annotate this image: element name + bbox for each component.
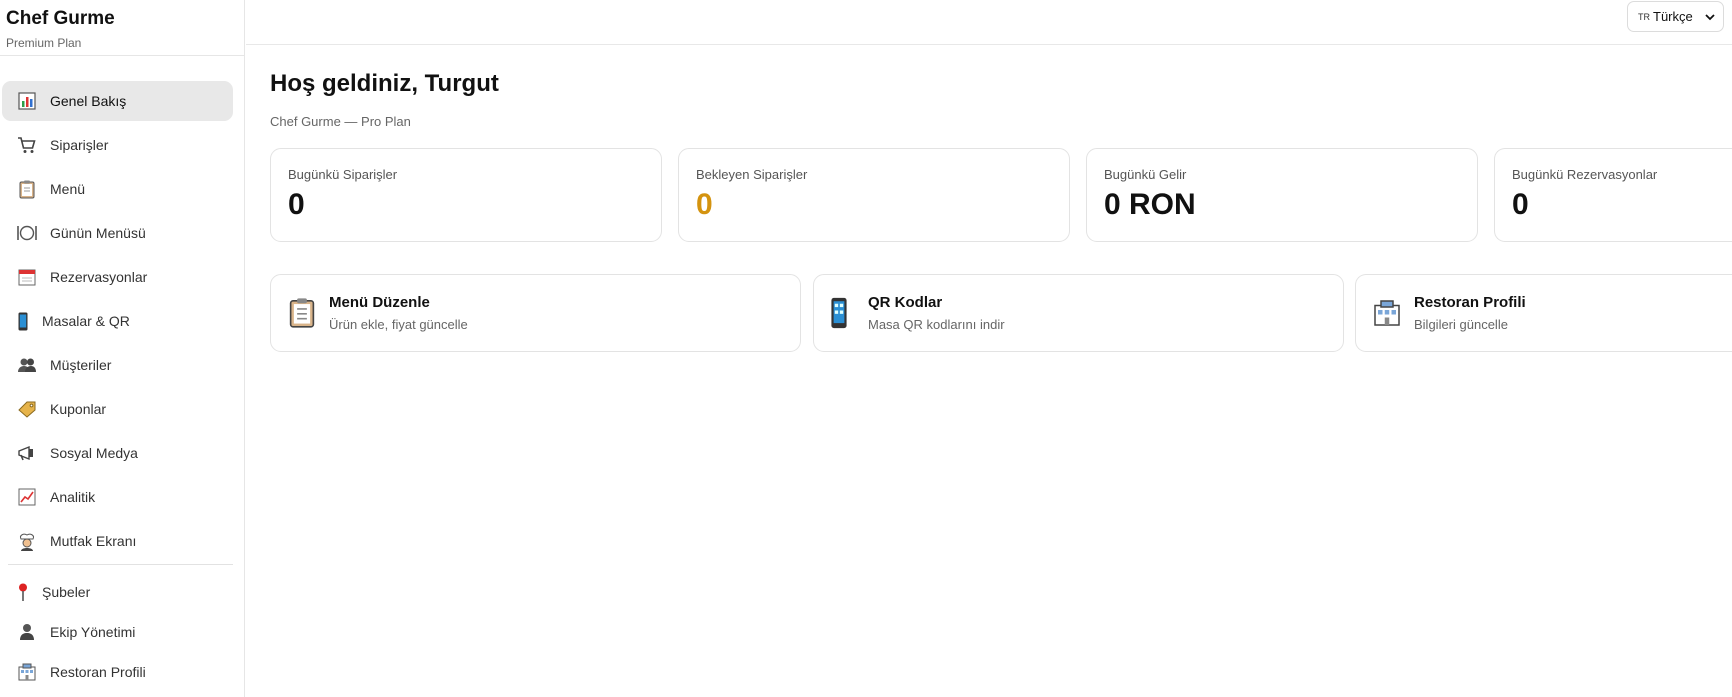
sidebar-item-label: Masalar & QR	[42, 313, 130, 329]
sidebar-item-menu[interactable]: Menü	[2, 169, 233, 209]
building-icon	[16, 661, 38, 683]
brand-name: Chef Gurme	[6, 8, 115, 29]
chevron-down-icon	[1705, 10, 1715, 25]
brand-plan: Premium Plan	[6, 36, 82, 50]
stat-label: Bugünkü Gelir	[1104, 167, 1187, 182]
plate-icon	[16, 222, 38, 244]
stat-value: 0	[1512, 188, 1529, 221]
sidebar-item-label: Ekip Yönetimi	[50, 624, 136, 640]
sidebar-item-mutfak-ekrani[interactable]: Mutfak Ekranı	[2, 521, 233, 561]
stat-card-pending-orders: Bekleyen Siparişler 0	[678, 148, 1070, 242]
page-subtitle: Chef Gurme — Pro Plan	[270, 114, 411, 129]
sidebar-item-label: Sosyal Medya	[50, 445, 138, 461]
sidebar-item-masalar-qr[interactable]: Masalar & QR	[2, 301, 233, 341]
topbar: TR Türkçe	[246, 0, 1732, 45]
stat-card-todays-reservations: Bugünkü Rezervasyonlar 0	[1494, 148, 1732, 242]
sidebar-item-siparisler[interactable]: Siparişler	[2, 125, 233, 165]
sidebar-item-rezervasyonlar[interactable]: Rezervasyonlar	[2, 257, 233, 297]
users-icon	[16, 354, 38, 376]
bar-chart-icon	[16, 90, 38, 112]
sidebar-item-subeler[interactable]: Şubeler	[2, 572, 233, 612]
stat-card-todays-revenue: Bugünkü Gelir 0 RON	[1086, 148, 1478, 242]
person-icon	[16, 621, 38, 643]
sidebar-item-label: Günün Menüsü	[50, 225, 146, 241]
sidebar-item-label: Analitik	[50, 489, 96, 505]
quick-action-desc: Bilgileri güncelle	[1414, 317, 1508, 332]
quick-action-title: Restoran Profili	[1414, 294, 1526, 311]
sidebar-item-genel-bakis[interactable]: Genel Bakış	[2, 81, 233, 121]
stat-card-todays-orders: Bugünkü Siparişler 0	[270, 148, 662, 242]
sidebar-item-analitik[interactable]: Analitik	[2, 477, 233, 517]
sidebar-divider	[8, 564, 233, 565]
sidebar-item-ekip-yonetimi[interactable]: Ekip Yönetimi	[2, 612, 233, 652]
calendar-icon	[16, 266, 38, 288]
sidebar-item-label: Müşteriler	[50, 357, 112, 373]
sidebar-item-label: Rezervasyonlar	[50, 269, 148, 285]
phone-icon	[16, 310, 30, 332]
megaphone-icon	[16, 442, 38, 464]
quick-action-desc: Ürün ekle, fiyat güncelle	[329, 317, 468, 332]
quick-action-desc: Masa QR kodlarını indir	[868, 317, 1005, 332]
quick-action-title: QR Kodlar	[868, 294, 943, 311]
cart-icon	[16, 134, 38, 156]
language-select[interactable]: TR Türkçe	[1627, 1, 1724, 32]
clipboard-icon	[16, 178, 38, 200]
sidebar-item-label: Mutfak Ekranı	[50, 533, 137, 549]
quick-action-edit-menu[interactable]: Menü Düzenle Ürün ekle, fiyat güncelle	[270, 274, 801, 352]
sidebar-item-label: Genel Bakış	[50, 93, 127, 109]
sidebar-item-sosyal-medya[interactable]: Sosyal Medya	[2, 433, 233, 473]
language-label: Türkçe	[1653, 9, 1693, 24]
sidebar-item-label: Restoran Profili	[50, 664, 146, 680]
stat-value: 0 RON	[1104, 188, 1196, 221]
sidebar-item-label: Menü	[50, 181, 86, 197]
sidebar-item-restoran-profili[interactable]: Restoran Profili	[2, 652, 233, 692]
page-title: Hoş geldiniz, Turgut	[270, 70, 499, 97]
stat-label: Bugünkü Rezervasyonlar	[1512, 167, 1658, 182]
sidebar-item-label: Şubeler	[42, 584, 91, 600]
main-header: Hoş geldiniz, Turgut Chef Gurme — Pro Pl…	[270, 70, 499, 129]
pin-icon	[16, 581, 30, 603]
building-icon	[1372, 296, 1402, 330]
phone-icon	[830, 296, 848, 330]
clipboard-icon	[287, 296, 317, 330]
quick-action-qr-codes[interactable]: QR Kodlar Masa QR kodlarını indir	[813, 274, 1344, 352]
sidebar: Chef Gurme Premium Plan Genel Bakış Sipa…	[0, 0, 245, 697]
chef-icon	[16, 530, 38, 552]
sidebar-item-kuponlar[interactable]: Kuponlar	[2, 389, 233, 429]
tag-icon	[16, 398, 38, 420]
stat-value: 0	[696, 188, 713, 221]
sidebar-item-label: Siparişler	[50, 137, 109, 153]
stat-value: 0	[288, 188, 305, 221]
sidebar-item-musteriler[interactable]: Müşteriler	[2, 345, 233, 385]
quick-action-title: Menü Düzenle	[329, 294, 430, 311]
brand: Chef Gurme Premium Plan	[0, 0, 244, 56]
sidebar-item-label: Kuponlar	[50, 401, 107, 417]
quick-action-restaurant-profile[interactable]: Restoran Profili Bilgileri güncelle	[1355, 274, 1732, 352]
language-flag: TR	[1638, 11, 1650, 22]
stat-label: Bugünkü Siparişler	[288, 167, 398, 182]
trend-icon	[16, 486, 38, 508]
stat-label: Bekleyen Siparişler	[696, 167, 808, 182]
sidebar-item-gunun-menusu[interactable]: Günün Menüsü	[2, 213, 233, 253]
